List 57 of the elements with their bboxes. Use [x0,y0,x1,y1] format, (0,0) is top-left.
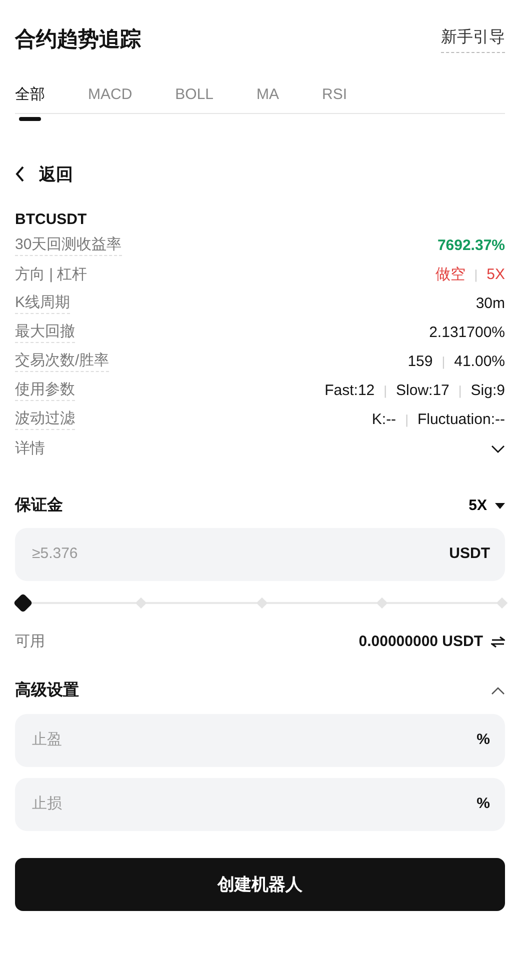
available-balance: 0.00000000 USDT [358,632,483,652]
stat-value: Slow:17 [396,380,450,401]
separator: | [442,353,446,372]
stat-value: 2.131700% [429,322,505,343]
create-bot-button[interactable]: 创建机器人 [15,858,505,911]
chevron-up-icon[interactable] [491,687,505,695]
guide-link[interactable]: 新手引导 [441,26,505,54]
slider-tick [376,596,388,608]
symbol-name: BTCUSDT [15,210,88,230]
stat-value: Fluctuation:-- [417,410,505,430]
stat-value: K:-- [372,410,396,430]
percent-field[interactable]: 止盈 % [15,714,505,767]
unit-label: % [476,794,490,814]
stat-value: 30m [476,294,505,314]
unit-label: USDT [449,544,490,564]
filter-tab[interactable]: MACD [88,78,132,112]
stat-value: Sig:9 [470,380,505,401]
back-icon [15,166,25,182]
stat-label: K线周期 [15,294,70,314]
advanced-settings-label: 高级设置 [15,680,79,701]
separator: | [458,382,462,400]
separator: | [405,411,408,430]
stat-label: 使用参数 [15,381,75,401]
filter-tab[interactable]: 全部 [15,78,45,112]
chevron-down-icon[interactable] [491,445,505,453]
filter-tab[interactable]: MA [256,78,280,112]
stat-value: Fast:12 [324,380,375,401]
back-button[interactable]: 返回 [15,162,73,187]
filter-tab[interactable]: RSI [322,78,348,112]
stat-value: 7692.37% [437,236,505,256]
percent-input[interactable]: 止损 [30,792,477,817]
stat-label: 最大回撤 [15,323,75,343]
percent-input[interactable]: 止盈 [30,728,477,753]
available-label: 可用 [15,632,45,652]
stat-value: 41.00% [454,352,505,372]
caret-down-icon [495,502,505,508]
slider-tick [136,596,147,608]
stat-label: 波动过滤 [15,410,75,430]
stat-label: 交易次数/胜率 [15,352,110,372]
page-title: 合约趋势追踪 [15,27,141,53]
stat-value: 159 [408,352,433,372]
stat-label: 方向 | 杠杆 [15,264,88,285]
active-tab-indicator [19,116,41,120]
amount-field[interactable]: ≥5.376 USDT [15,528,505,580]
separator: | [384,382,388,400]
filter-tab[interactable]: BOLL [175,78,214,112]
stat-label: 30天回测收益率 [15,236,122,256]
margin-label: 保证金 [15,496,63,516]
swap-icon[interactable] [491,636,505,648]
unit-label: % [476,730,490,750]
margin-input[interactable]: ≥5.376 [30,542,450,566]
slider-tick [496,596,508,608]
stat-value: 5X [486,264,505,285]
stat-value: 做空 [435,264,466,285]
percent-field[interactable]: 止损 % [15,778,505,831]
separator: | [474,266,478,284]
details-label: 详情 [15,438,45,459]
